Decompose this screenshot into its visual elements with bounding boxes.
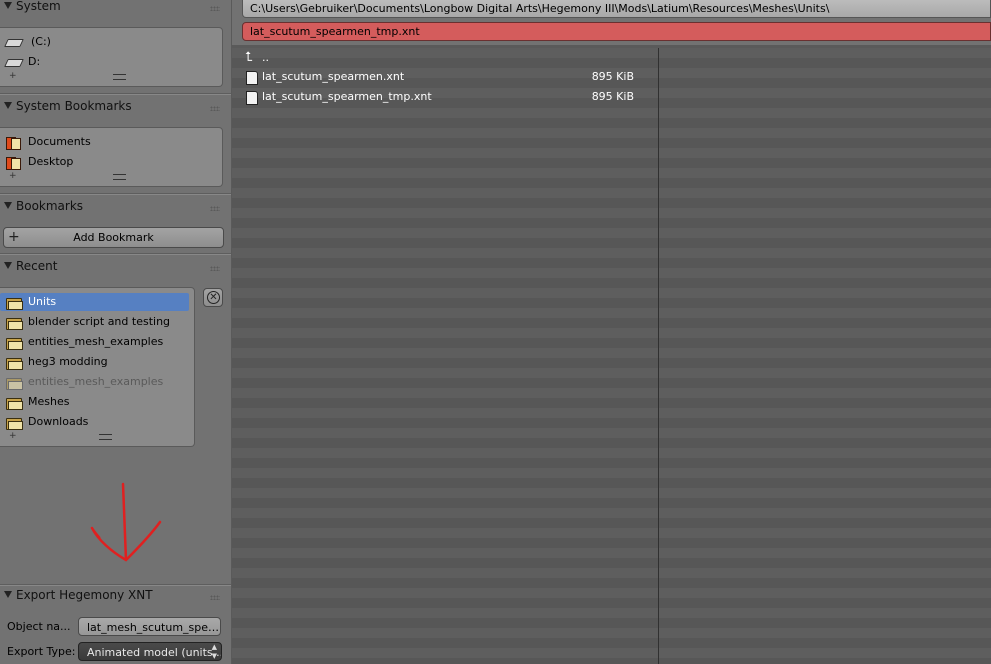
- bookmark-item-desktop[interactable]: Desktop: [0, 153, 222, 171]
- file-row-parent[interactable]: ⮤ ..: [232, 48, 658, 68]
- system-panel-title: System: [16, 0, 61, 13]
- file-browser-header: C:\Users\Gebruiker\Documents\Longbow Dig…: [232, 0, 991, 45]
- file-row[interactable]: lat_scutum_spearmen_tmp.xnt 895 KiB: [232, 87, 658, 107]
- recent-item[interactable]: heg3 modding: [0, 353, 189, 371]
- export-type-select[interactable]: Animated model (units ... ▲ ▼: [78, 642, 222, 661]
- recent-item[interactable]: Meshes: [0, 393, 189, 411]
- file-icon: [246, 91, 258, 105]
- folder-icon: [6, 377, 23, 390]
- system-list: (C:) D: +: [0, 27, 223, 87]
- collapse-triangle-icon: [4, 591, 12, 598]
- column-divider: [658, 48, 659, 664]
- clear-recent-button[interactable]: ✕: [203, 288, 223, 307]
- folder-icon: [6, 337, 23, 350]
- file-browser-sidebar: System (C:) D: + System Bookmarks Docume…: [0, 0, 232, 664]
- file-list: ⮤ .. lat_scutum_spearmen.xnt 895 KiB lat…: [232, 48, 991, 664]
- bookmark-folder-icon: [6, 136, 21, 150]
- panel-drag-grip-icon[interactable]: [210, 266, 220, 271]
- add-bookmark-button[interactable]: + Add Bookmark: [3, 227, 224, 248]
- export-type-label: Export Type:: [7, 645, 76, 658]
- red-arrow-annotation: [90, 482, 162, 562]
- file-size: 895 KiB: [591, 70, 634, 83]
- system-bookmarks-panel-header[interactable]: System Bookmarks: [4, 99, 132, 113]
- folder-icon: [6, 357, 23, 370]
- filename-field[interactable]: lat_scutum_spearmen_tmp.xnt: [242, 22, 991, 41]
- system-panel-header[interactable]: System: [4, 0, 61, 13]
- drive-icon: [4, 39, 24, 47]
- file-size: 895 KiB: [591, 90, 634, 103]
- drive-icon: [4, 59, 24, 67]
- directory-path-field[interactable]: C:\Users\Gebruiker\Documents\Longbow Dig…: [242, 0, 991, 18]
- collapse-triangle-icon: [4, 262, 12, 269]
- object-name-field[interactable]: lat_mesh_scutum_spear...: [78, 617, 221, 636]
- parent-directory-icon: ⮤: [245, 50, 253, 65]
- export-panel-header[interactable]: Export Hegemony XNT: [4, 588, 153, 602]
- recent-item[interactable]: entities_mesh_examples: [0, 333, 189, 351]
- close-icon: ✕: [207, 291, 220, 304]
- recent-list: Units blender script and testing entitie…: [0, 287, 195, 447]
- add-icon[interactable]: +: [9, 72, 17, 81]
- recent-panel-header[interactable]: Recent: [4, 259, 57, 273]
- bookmark-folder-icon: [6, 156, 21, 170]
- system-bookmarks-list: Documents Desktop +: [0, 127, 223, 187]
- recent-item-dimmed[interactable]: entities_mesh_examples: [0, 373, 189, 391]
- panel-drag-grip-icon[interactable]: [210, 206, 220, 211]
- collapse-triangle-icon: [4, 202, 12, 209]
- up-down-arrows-icon: ▲ ▼: [211, 643, 217, 660]
- object-name-label: Object na...: [7, 620, 71, 633]
- plus-icon: +: [8, 229, 20, 245]
- folder-icon: [6, 397, 23, 410]
- collapse-triangle-icon: [4, 2, 12, 9]
- resize-handle-icon[interactable]: [113, 174, 126, 180]
- system-bookmarks-panel-title: System Bookmarks: [16, 99, 132, 113]
- file-browser-main: C:\Users\Gebruiker\Documents\Longbow Dig…: [232, 0, 991, 664]
- recent-item[interactable]: Downloads: [0, 413, 189, 431]
- export-panel-title: Export Hegemony XNT: [16, 588, 153, 602]
- bookmarks-panel-header[interactable]: Bookmarks: [4, 199, 83, 213]
- resize-handle-icon[interactable]: [113, 74, 126, 80]
- recent-panel-title: Recent: [16, 259, 58, 273]
- panel-drag-grip-icon[interactable]: [210, 595, 220, 600]
- bookmarks-panel-title: Bookmarks: [16, 199, 84, 213]
- system-item-d[interactable]: D:: [0, 53, 222, 71]
- recent-item[interactable]: blender script and testing: [0, 313, 189, 331]
- recent-item-units[interactable]: Units: [0, 293, 189, 311]
- add-icon[interactable]: +: [9, 432, 17, 441]
- resize-handle-icon[interactable]: [99, 434, 112, 440]
- collapse-triangle-icon: [4, 102, 12, 109]
- add-bookmark-label: Add Bookmark: [73, 231, 154, 244]
- panel-drag-grip-icon[interactable]: [210, 6, 220, 11]
- bookmark-item-documents[interactable]: Documents: [0, 133, 222, 151]
- folder-icon: [6, 317, 23, 330]
- add-icon[interactable]: +: [9, 172, 17, 181]
- folder-icon: [6, 417, 23, 430]
- panel-drag-grip-icon[interactable]: [210, 106, 220, 111]
- file-icon: [246, 71, 258, 85]
- export-type-value: Animated model (units ...: [87, 646, 222, 659]
- file-row[interactable]: lat_scutum_spearmen.xnt 895 KiB: [232, 67, 658, 87]
- folder-icon: [6, 297, 23, 310]
- system-item-c[interactable]: (C:): [0, 33, 222, 51]
